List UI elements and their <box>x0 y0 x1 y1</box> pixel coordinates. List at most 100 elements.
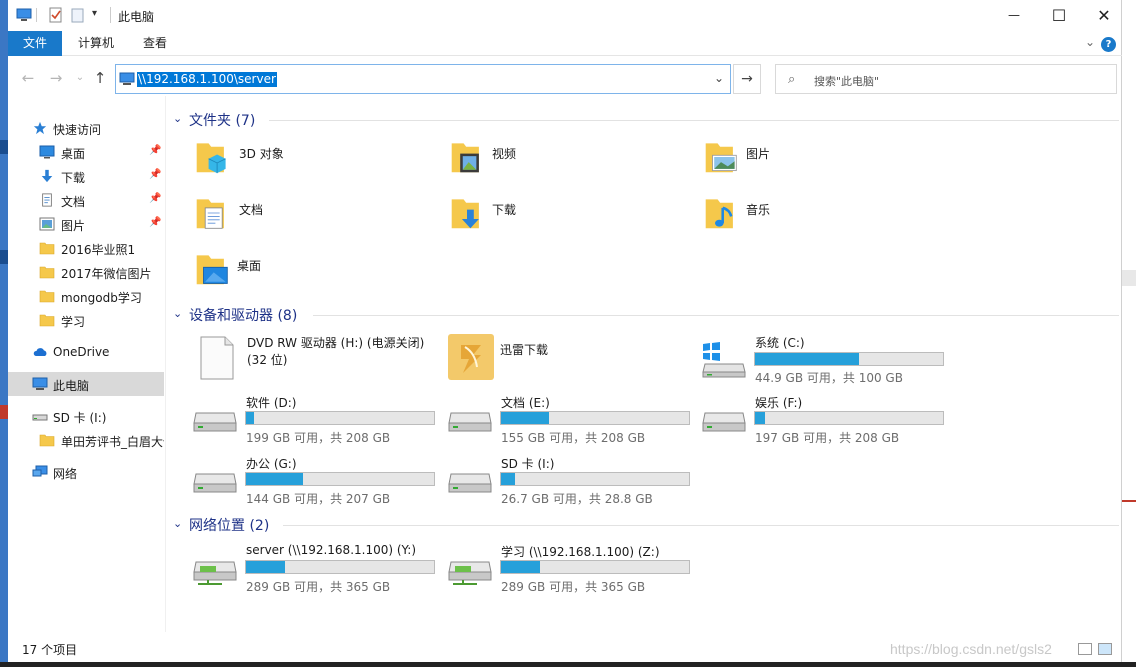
folder-icon <box>39 314 55 327</box>
address-path[interactable]: \\192.168.1.100\server <box>137 72 277 87</box>
desktop-fragment <box>0 250 8 264</box>
group-divider <box>283 525 1119 526</box>
sidebar-item-folder-audiobook[interactable]: 单田芳评书_白眉大侠 <box>8 428 164 452</box>
folder-icon <box>39 290 55 303</box>
details-view-icon[interactable] <box>1078 643 1092 655</box>
network-drive-tile-z[interactable]: 学习 (\\192.168.1.100) (Z:) 289 GB 可用，共 36… <box>447 542 697 594</box>
folder-tile-documents[interactable]: 文档 <box>192 194 422 244</box>
pictures-icon <box>39 217 55 231</box>
sidebar-item-this-pc[interactable]: 此电脑 <box>8 372 164 396</box>
drive-tile-g[interactable]: 办公 (G:) 144 GB 可用，共 207 GB <box>192 454 442 506</box>
group-header-network[interactable]: ⌄ 网络位置 (2) <box>173 515 1119 535</box>
folder-icon <box>39 242 55 255</box>
folder-tile-music[interactable]: 音乐 <box>701 194 931 244</box>
address-dropdown-icon[interactable]: ⌄ <box>714 71 724 85</box>
maximize-icon: ☐ <box>1051 5 1067 25</box>
pin-icon: 📌 <box>149 217 162 228</box>
drive-tile-c[interactable]: 系统 (C:) 44.9 GB 可用，共 100 GB <box>701 332 951 385</box>
drive-tile-f[interactable]: 娱乐 (F:) 197 GB 可用，共 208 GB <box>701 393 951 445</box>
sidebar-item-folder-mongodb[interactable]: mongodb学习 <box>8 284 164 308</box>
tile-label: 视频 <box>492 147 517 161</box>
sidebar-item-downloads[interactable]: 下载 📌 <box>8 164 164 188</box>
up-button[interactable]: ↑ <box>90 68 110 88</box>
folder-tile-3d-objects[interactable]: 3D 对象 <box>192 138 422 188</box>
usage-fill <box>755 353 859 365</box>
network-drive-tile-y[interactable]: server (\\192.168.1.100) (Y:) 289 GB 可用，… <box>192 542 442 594</box>
tile-sub: 197 GB 可用，共 208 GB <box>755 431 900 445</box>
folder-tile-pictures[interactable]: 图片 <box>701 138 931 188</box>
tile-sub: 26.7 GB 可用，共 28.8 GB <box>501 492 653 506</box>
tab-file[interactable]: 文件 <box>8 31 63 56</box>
folder-icon <box>39 434 55 447</box>
sidebar-item-folder-study[interactable]: 学习 <box>8 308 164 332</box>
maximize-button[interactable]: ☐ <box>1036 0 1082 30</box>
recent-locations-button[interactable]: ⌄ <box>70 68 90 88</box>
sidebar-item-onedrive[interactable]: OneDrive <box>8 340 164 364</box>
sidebar-item-label: 学习 <box>61 315 86 329</box>
sidebar-item-sd-card[interactable]: SD 卡 (I:) <box>8 404 164 428</box>
network-icon <box>32 465 48 477</box>
tile-sub: 289 GB 可用，共 365 GB <box>246 580 391 594</box>
folder-tile-downloads[interactable]: 下载 <box>447 194 677 244</box>
search-box[interactable]: ⌕ 搜索"此电脑" <box>775 64 1117 94</box>
desktop-folder-icon <box>196 255 228 285</box>
minimize-button[interactable]: — <box>991 0 1037 30</box>
sidebar-item-label: 下载 <box>61 171 86 185</box>
drive-tile-dvd[interactable]: DVD RW 驱动器 (H:) (电源关闭) (32 位) <box>192 332 432 384</box>
cloud-icon <box>33 348 47 356</box>
sidebar-item-desktop[interactable]: 桌面 📌 <box>8 140 164 164</box>
sidebar-item-label: 快速访问 <box>53 123 102 137</box>
properties-icon[interactable] <box>48 7 64 23</box>
sidebar-item-label: 图片 <box>61 219 86 233</box>
navigation-pane: 快速访问 桌面 📌 下载 📌 文档 📌 图片 📌 2016毕业照1 2017年微… <box>8 96 166 632</box>
collapse-chevron-icon[interactable]: ⌄ <box>173 307 182 320</box>
sidebar-item-documents[interactable]: 文档 📌 <box>8 188 164 212</box>
search-placeholder[interactable]: 搜索"此电脑" <box>814 73 879 89</box>
collapse-chevron-icon[interactable]: ⌄ <box>173 517 182 530</box>
sidebar-item-pictures[interactable]: 图片 📌 <box>8 212 164 236</box>
hard-drive-icon <box>448 473 492 493</box>
expand-ribbon-icon[interactable]: ⌄ <box>1085 35 1095 49</box>
item-count: 17 个项目 <box>22 643 78 657</box>
sidebar-item-folder-2016[interactable]: 2016毕业照1 <box>8 236 164 260</box>
large-icons-view-icon[interactable] <box>1098 643 1112 655</box>
go-button[interactable]: → <box>733 64 761 94</box>
group-header-drives[interactable]: ⌄ 设备和驱动器 (8) <box>173 305 1119 325</box>
customize-quick-access-icon[interactable]: ▾ <box>92 8 97 19</box>
forward-button[interactable]: → <box>46 68 66 88</box>
sidebar-item-quick-access[interactable]: 快速访问 <box>8 116 164 140</box>
tile-label: 学习 (\\192.168.1.100) (Z:) <box>501 545 660 559</box>
usage-bar <box>500 560 690 574</box>
drive-tile-xunlei[interactable]: 迅雷下载 <box>447 332 687 384</box>
computer-icon <box>119 72 135 85</box>
sidebar-item-label: 桌面 <box>61 147 86 161</box>
group-header-folders[interactable]: ⌄ 文件夹 (7) <box>173 110 1119 130</box>
music-folder-icon <box>705 199 733 229</box>
hard-drive-icon <box>702 412 746 432</box>
tile-sub: 144 GB 可用，共 207 GB <box>246 492 391 506</box>
sidebar-item-folder-2017[interactable]: 2017年微信图片 <box>8 260 164 284</box>
tab-computer[interactable]: 计算机 <box>63 31 129 56</box>
explorer-window: ▾ 此电脑 — ☐ ✕ 文件 计算机 查看 ⌄ ? ← → ⌄ ↑ \\192.… <box>8 0 1122 662</box>
new-folder-icon[interactable] <box>70 7 86 23</box>
tab-view[interactable]: 查看 <box>128 31 182 56</box>
desktop-fragment <box>0 405 8 419</box>
drive-tile-i[interactable]: SD 卡 (I:) 26.7 GB 可用，共 28.8 GB <box>447 454 697 506</box>
usage-fill <box>246 561 286 573</box>
desktop-icon <box>39 145 55 159</box>
sidebar-item-label: 2017年微信图片 <box>61 267 152 281</box>
close-button[interactable]: ✕ <box>1081 0 1127 30</box>
drive-tile-d[interactable]: 软件 (D:) 199 GB 可用，共 208 GB <box>192 393 442 445</box>
collapse-chevron-icon[interactable]: ⌄ <box>173 112 182 125</box>
back-button[interactable]: ← <box>18 68 38 88</box>
sidebar-item-label: mongodb学习 <box>61 291 142 305</box>
address-bar[interactable]: \\192.168.1.100\server ⌄ <box>115 64 731 94</box>
drive-tile-e[interactable]: 文档 (E:) 155 GB 可用，共 208 GB <box>447 393 697 445</box>
usage-bar <box>245 560 435 574</box>
close-icon: ✕ <box>1097 5 1111 25</box>
folder-tile-desktop[interactable]: 桌面 <box>192 250 422 300</box>
help-button[interactable]: ? <box>1101 37 1116 52</box>
download-icon <box>41 169 53 183</box>
folder-tile-videos[interactable]: 视频 <box>447 138 677 188</box>
sidebar-item-network[interactable]: 网络 <box>8 460 164 484</box>
